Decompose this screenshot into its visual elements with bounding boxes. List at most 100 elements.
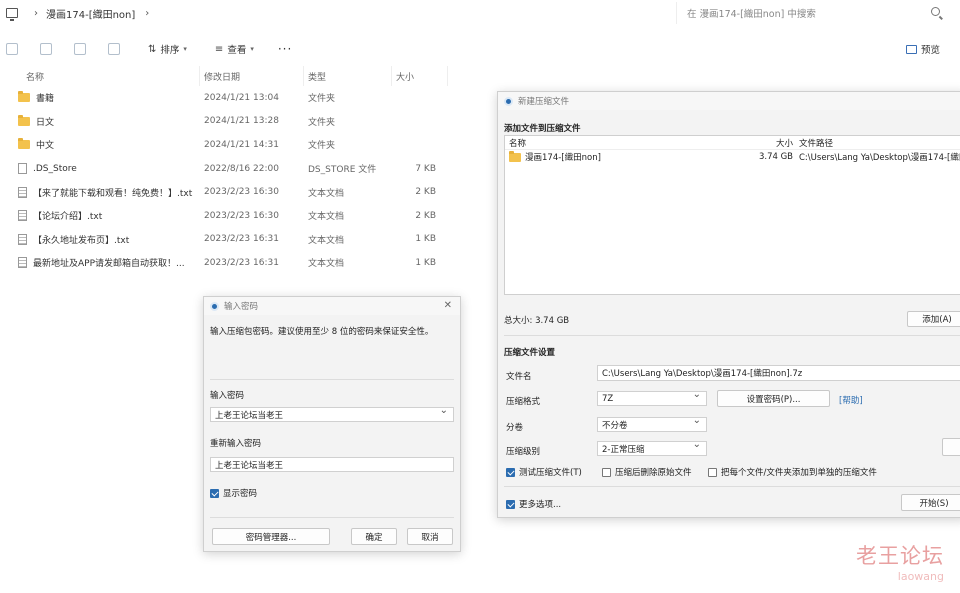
file-row[interactable]: 書籍 2024/1/21 13:04 文件夹 [0,86,460,110]
file-type: DS_STORE 文件 [308,165,377,176]
format-select[interactable]: 7Z [597,389,707,406]
column-name[interactable]: 名称 [505,137,745,149]
file-date: 2023/2/23 16:30 [204,187,279,198]
level-options-button[interactable] [942,438,960,456]
ok-button[interactable]: 确定 [351,528,397,545]
total-size: 总大小: 3.74 GB [504,316,570,326]
watermark: 老王论坛 laowang [856,540,944,583]
share-icon[interactable] [74,43,86,55]
file-row[interactable]: 中文 2024/1/21 14:31 文件夹 [0,133,460,157]
dialog-titlebar: 新建压缩文件 [498,92,960,110]
file-type: 文本文档 [308,212,345,223]
split-select[interactable]: 不分卷 [597,415,707,432]
file-type: 文本文档 [308,235,345,246]
text-file-icon [18,257,27,269]
delete-icon[interactable] [108,43,120,55]
password-input[interactable]: 上老王论坛当老王 [210,405,454,422]
breadcrumb[interactable]: 漫画174-[織田non] [46,6,135,21]
app-icon [210,301,219,311]
view-button[interactable]: ≡ 查看 ▾ [214,42,254,57]
checkbox-unchecked-icon [602,467,611,477]
file-size: 7 KB [415,163,436,174]
set-password-button[interactable]: 设置密码(P)... [717,390,830,407]
help-link[interactable]: [帮助] [839,394,863,406]
watermark-url: laowang [897,570,944,583]
paste-icon[interactable] [40,43,52,55]
column-size[interactable]: 大小 [745,137,793,149]
archive-file-list[interactable]: 名称 大小 文件路径 漫画174-[織田non] 3.74 GB C:\User… [504,135,960,295]
search-placeholder: 在 漫画174-[織田non] 中搜索 [687,9,816,20]
divider [504,486,960,487]
command-bar: ⇅ 排序 ▾ ≡ 查看 ▾ ··· 预览 [0,36,960,62]
column-path[interactable]: 文件路径 [793,137,960,149]
column-type[interactable]: 类型 [304,66,392,86]
filename-input[interactable]: C:\Users\Lang Ya\Desktop\漫画174-[織田non].7… [597,365,960,381]
column-size[interactable]: 大小 [392,66,448,86]
file-list: 名称 修改日期 类型 大小 書籍 2024/1/21 13:04 文件夹 日文 2024… [0,66,460,275]
filename-label: 文件名 [506,372,532,382]
file-name: 【来了就能下载和观看！纯免费！】.txt [0,186,200,199]
file-row[interactable]: 【永久地址发布页】.txt 2023/2/23 16:31 文本文档 1 KB [0,228,460,252]
preview-button[interactable]: 预览 [905,42,940,56]
archive-list-header: 名称 大小 文件路径 [505,136,960,150]
add-files-heading: 添加文件到压缩文件 [504,124,581,134]
this-pc-icon[interactable] [6,8,18,21]
archive-settings-heading: 压缩文件设置 [504,348,556,358]
dialog-message: 输入压缩包密码。建议使用至少 8 位的密码来保证安全性。 [210,327,434,337]
file-size: 1 KB [415,257,436,268]
column-date[interactable]: 修改日期 [200,66,304,86]
column-name[interactable]: 名称 [0,66,200,86]
chevron-down-icon: ▾ [250,45,254,53]
file-row[interactable]: 【来了就能下载和观看！纯免费！】.txt 2023/2/23 16:30 文本文档 2… [0,180,460,204]
list-item[interactable]: 漫画174-[織田non] 3.74 GB C:\Users\Lang Ya\D… [505,150,960,164]
separate-archives-checkbox[interactable]: 把每个文件/文件夹添加到单独的压缩文件 [708,466,877,478]
text-file-icon [18,186,27,198]
file-row[interactable]: 日文 2024/1/21 13:28 文件夹 [0,110,460,134]
chevron-right-icon[interactable]: › [34,8,38,19]
file-name: 【论坛介绍】.txt [0,209,200,222]
chevron-down-icon: ▾ [183,45,187,53]
address-bar: › 漫画174-[織田non] › 在 漫画174-[織田non] 中搜索 [0,0,960,26]
add-button[interactable]: 添加(A) [907,311,960,327]
close-icon[interactable]: ✕ [444,300,452,311]
copy-icon[interactable] [6,43,18,55]
password-manager-button[interactable]: 密码管理器... [212,528,330,545]
more-options-button[interactable]: ··· [278,42,292,56]
split-label: 分卷 [506,423,524,433]
more-options-checkbox[interactable]: 更多选项... [506,498,561,510]
file-row[interactable]: .DS_Store 2022/8/16 22:00 DS_STORE 文件 7 KB [0,157,460,181]
checkbox-unchecked-icon [708,467,717,477]
folder-icon [18,138,30,150]
checkbox-checked-icon [506,499,515,509]
start-button[interactable]: 开始(S) [901,494,960,511]
view-icon: ≡ [214,43,224,55]
test-archive-checkbox[interactable]: 测试压缩文件(T) [506,466,582,478]
file-name: 書籍 [0,91,200,104]
app-icon [504,96,513,106]
folder-icon [509,150,521,162]
file-date: 2023/2/23 16:31 [204,234,279,245]
file-type: 文本文档 [308,259,345,270]
chevron-right-icon[interactable]: › [145,8,149,19]
file-name: 最新地址及APP请发邮箱自动获取！... [0,256,200,269]
level-select[interactable]: 2-正常压缩 [597,439,707,456]
delete-after-checkbox[interactable]: 压缩后删除原始文件 [602,466,692,478]
file-row[interactable]: 最新地址及APP请发邮箱自动获取！... 2023/2/23 16:31 文本文档 1… [0,251,460,275]
file-size: 2 KB [415,187,436,198]
file-name: 【永久地址发布页】.txt [0,233,200,246]
file-list-header: 名称 修改日期 类型 大小 [0,66,460,86]
file-date: 2024/1/21 14:31 [204,139,279,150]
confirm-password-input[interactable]: 上老王论坛当老王 [210,457,454,472]
file-icon [18,163,27,175]
level-label: 压缩级别 [506,447,541,457]
divider [504,335,960,336]
confirm-password-label: 重新输入密码 [210,439,262,449]
file-row[interactable]: 【论坛介绍】.txt 2023/2/23 16:30 文本文档 2 KB [0,204,460,228]
cancel-button[interactable]: 取消 [407,528,453,545]
show-password-checkbox[interactable]: 显示密码 [210,487,257,499]
sort-button[interactable]: ⇅ 排序 ▾ [148,42,187,57]
search-input[interactable]: 在 漫画174-[織田non] 中搜索 [676,2,952,24]
file-name: .DS_Store [0,163,200,175]
text-file-icon [18,210,27,222]
password-dialog: 输入密码 ✕ 输入压缩包密码。建议使用至少 8 位的密码来保证安全性。 输入密码… [203,296,461,552]
